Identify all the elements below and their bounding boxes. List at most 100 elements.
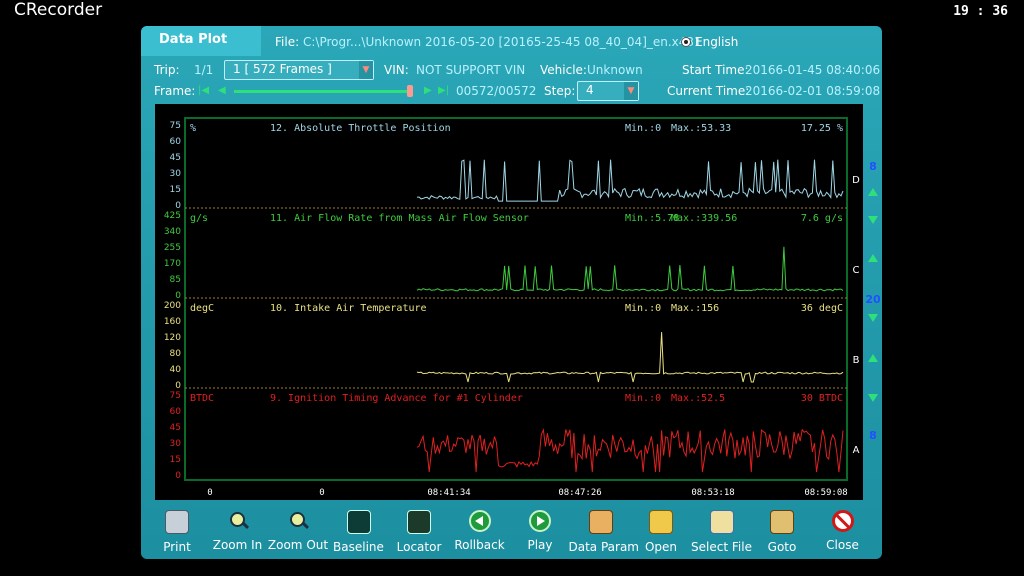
x-tick-label: 08:59:08 <box>804 488 847 498</box>
prev-frame-icon[interactable]: ◀ <box>218 85 226 96</box>
print-button[interactable]: Print <box>145 508 209 554</box>
rollback-icon <box>468 510 491 532</box>
y-tick-label: 160 <box>164 317 181 327</box>
scale-up-icon[interactable] <box>868 354 878 362</box>
close-button[interactable]: Close <box>811 508 875 554</box>
data-plot-area[interactable]: 75 60 45 30 15 0% 12. Absolute Throttle Positi… <box>155 104 863 500</box>
frame-label: Frame: <box>154 84 196 98</box>
toolbar-label: Open <box>644 540 678 554</box>
scale-down-icon[interactable] <box>868 314 878 322</box>
series-unit: BTDC <box>190 393 214 404</box>
y-tick-label: 75 <box>170 391 181 401</box>
language-radio[interactable] <box>681 37 691 47</box>
series-unit: % <box>190 123 196 134</box>
series-max: Max.:156 <box>671 303 719 314</box>
frame-counter: 00572/00572 <box>456 84 537 98</box>
series-min: Min.:0 <box>625 303 661 314</box>
y-tick-label: 425 <box>164 211 181 221</box>
toolbar-label: Zoom Out <box>267 538 329 552</box>
vin-value: NOT SUPPORT VIN <box>416 63 526 77</box>
file-label: File: <box>275 35 300 49</box>
scale-down-icon[interactable] <box>868 216 878 224</box>
toolbar-label: Rollback <box>454 538 505 552</box>
zoom-in-icon <box>227 510 249 532</box>
app-title: CRecorder <box>14 0 103 20</box>
y-tick-label: 60 <box>170 407 182 417</box>
locator-icon <box>407 510 431 534</box>
frame-slider-thumb[interactable] <box>407 85 413 97</box>
frame-slider-track[interactable] <box>234 90 412 93</box>
scale-up-icon[interactable] <box>868 254 878 262</box>
series-max: Max.:52.5 <box>671 393 725 404</box>
y-tick-label: 40 <box>170 365 182 375</box>
series-line-b <box>416 332 844 383</box>
y-tick-label: 340 <box>164 227 181 237</box>
channel-label: D <box>852 175 860 186</box>
vehicle-value: Unknown <box>587 63 643 77</box>
goto-icon <box>770 510 794 534</box>
x-tick-label: 0 <box>319 488 324 498</box>
trip-select[interactable]: 1 [ 572 Frames ] ▼ <box>224 60 374 80</box>
folder-open-icon <box>649 510 673 534</box>
scale-top-value: 8 <box>869 160 877 173</box>
toolbar-label: Select File <box>691 540 752 554</box>
series-min: Min.:0 <box>625 393 661 404</box>
series-line-d <box>416 159 844 202</box>
vin-label: VIN: <box>384 63 409 77</box>
vehicle-label: Vehicle: <box>540 63 587 77</box>
toolbar-label: Baseline <box>333 540 384 554</box>
toolbar-label: Play <box>527 538 553 552</box>
y-tick-label: 80 <box>170 349 182 359</box>
series-current: 17.25 % <box>801 123 843 134</box>
chevron-down-icon: ▼ <box>359 61 373 79</box>
step-label: Step: <box>544 84 576 98</box>
chevron-down-icon: ▼ <box>624 82 638 100</box>
toolbar-label: Close <box>826 538 859 552</box>
y-tick-label: 75 <box>170 121 181 131</box>
start-time-label: Start Time: <box>682 63 749 77</box>
series-title: 12. Absolute Throttle Position <box>270 123 451 134</box>
first-frame-icon[interactable]: |◀ <box>198 85 209 96</box>
baseline-button[interactable]: Baseline <box>327 508 391 554</box>
data-param-button[interactable]: Data Param <box>569 508 639 554</box>
zoom-out-icon <box>287 510 309 532</box>
goto-button[interactable]: Goto <box>750 508 814 554</box>
series-max: Max.:339.56 <box>671 213 737 224</box>
series-unit: g/s <box>190 213 208 224</box>
x-tick-label: 08:41:34 <box>427 488 470 498</box>
y-tick-label: 30 <box>170 439 182 449</box>
step-select[interactable]: 4 ▼ <box>577 81 639 101</box>
close-icon <box>831 510 854 532</box>
series-current: 36 degC <box>801 303 843 314</box>
select-file-button[interactable]: Select File <box>690 508 754 554</box>
print-icon <box>165 510 189 534</box>
step-value: 4 <box>586 83 594 97</box>
y-tick-label: 255 <box>164 243 181 253</box>
locator-button[interactable]: Locator <box>387 508 451 554</box>
plot-chart[interactable]: 75 60 45 30 15 0% 12. Absolute Throttle Positi… <box>155 104 863 500</box>
last-frame-icon[interactable]: ▶| <box>438 85 449 96</box>
open-button[interactable]: Open <box>629 508 693 554</box>
select-file-icon <box>709 510 734 534</box>
play-button[interactable]: Play <box>508 508 572 554</box>
y-tick-label: 60 <box>170 137 182 147</box>
y-tick-label: 200 <box>164 301 181 311</box>
toolbar-label: Locator <box>396 540 442 554</box>
scale-up-icon[interactable] <box>868 188 878 196</box>
plot-frame <box>184 117 848 481</box>
y-tick-label: 45 <box>170 423 181 433</box>
language-label[interactable]: English <box>695 35 738 49</box>
y-tick-label: 30 <box>170 169 182 179</box>
next-frame-icon[interactable]: ▶ <box>424 85 432 96</box>
clock: 19 : 36 <box>953 4 1008 19</box>
scale-down-icon[interactable] <box>868 394 878 402</box>
start-time-value: 20166-01-45 08:40:06 <box>745 63 881 77</box>
y-tick-label: 120 <box>164 333 181 343</box>
zoom-in-button[interactable]: Zoom In <box>206 508 270 554</box>
x-tick-label: 08:47:26 <box>558 488 601 498</box>
y-tick-label: 15 <box>170 185 181 195</box>
zoom-out-button[interactable]: Zoom Out <box>266 508 330 554</box>
channel-label: C <box>853 265 860 276</box>
x-tick-label: 0 <box>207 488 212 498</box>
rollback-button[interactable]: Rollback <box>448 508 512 554</box>
